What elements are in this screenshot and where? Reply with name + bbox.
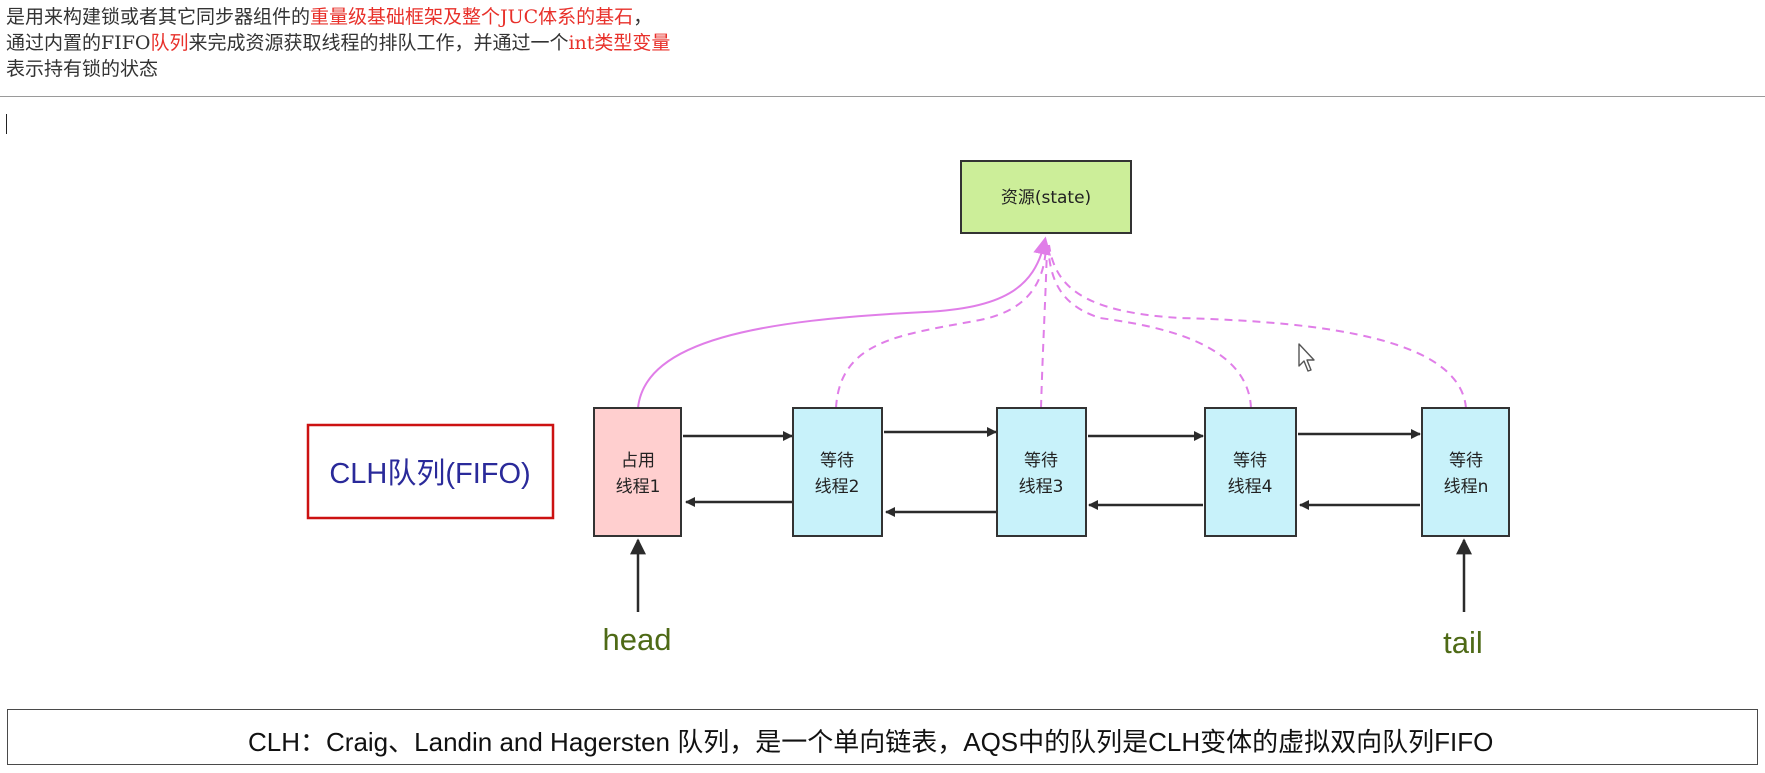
curve-noden-to-resource: [1048, 244, 1467, 409]
node-thread-2: 等待 线程2: [792, 407, 883, 537]
node-thread-n-line1: 等待: [1449, 451, 1483, 471]
node-thread-4: 等待 线程4: [1204, 407, 1297, 537]
node-thread-4-line1: 等待: [1233, 451, 1267, 471]
node-thread-4-box: [1204, 407, 1297, 537]
node-thread-1-box: [593, 407, 682, 537]
curve-node1-to-resource: [637, 236, 1051, 409]
node-thread-n: 等待 线程n: [1421, 407, 1510, 537]
node-thread-2-box: [792, 407, 883, 537]
curve-node2-to-resource: [835, 244, 1047, 409]
curve-node4-to-resource: [1047, 244, 1252, 409]
clh-queue-label: CLH队列(FIFO): [329, 457, 530, 490]
tail-label: tail: [1443, 625, 1483, 660]
mouse-pointer-icon: [1298, 343, 1315, 372]
node-thread-1-line2: 线程1: [616, 477, 661, 497]
node-thread-3-line2: 线程3: [1019, 477, 1064, 497]
clh-diagram: 资源(state) CLH队列(FIFO) 占用 线程1 等待 线程2 等待 线…: [306, 160, 1510, 660]
resource-label: 资源(state): [1001, 188, 1091, 208]
node-thread-3-box: [996, 407, 1087, 537]
head-label: head: [603, 622, 672, 657]
node-thread-3: 等待 线程3: [996, 407, 1087, 537]
node-thread-1: 占用 线程1: [593, 407, 682, 537]
node-thread-1-line1: 占用: [621, 451, 655, 471]
caption-box: CLH：Craig、Landin and Hagersten 队列，是一个单向链…: [7, 709, 1758, 765]
caption-text: CLH：Craig、Landin and Hagersten 队列，是一个单向链…: [248, 727, 1494, 757]
node-thread-4-line2: 线程4: [1228, 477, 1273, 497]
node-thread-3-line1: 等待: [1024, 451, 1058, 471]
node-thread-n-box: [1421, 407, 1510, 537]
node-thread-2-line1: 等待: [820, 451, 854, 471]
node-thread-2-line2: 线程2: [815, 477, 860, 497]
node-thread-n-line2: 线程n: [1444, 477, 1489, 497]
